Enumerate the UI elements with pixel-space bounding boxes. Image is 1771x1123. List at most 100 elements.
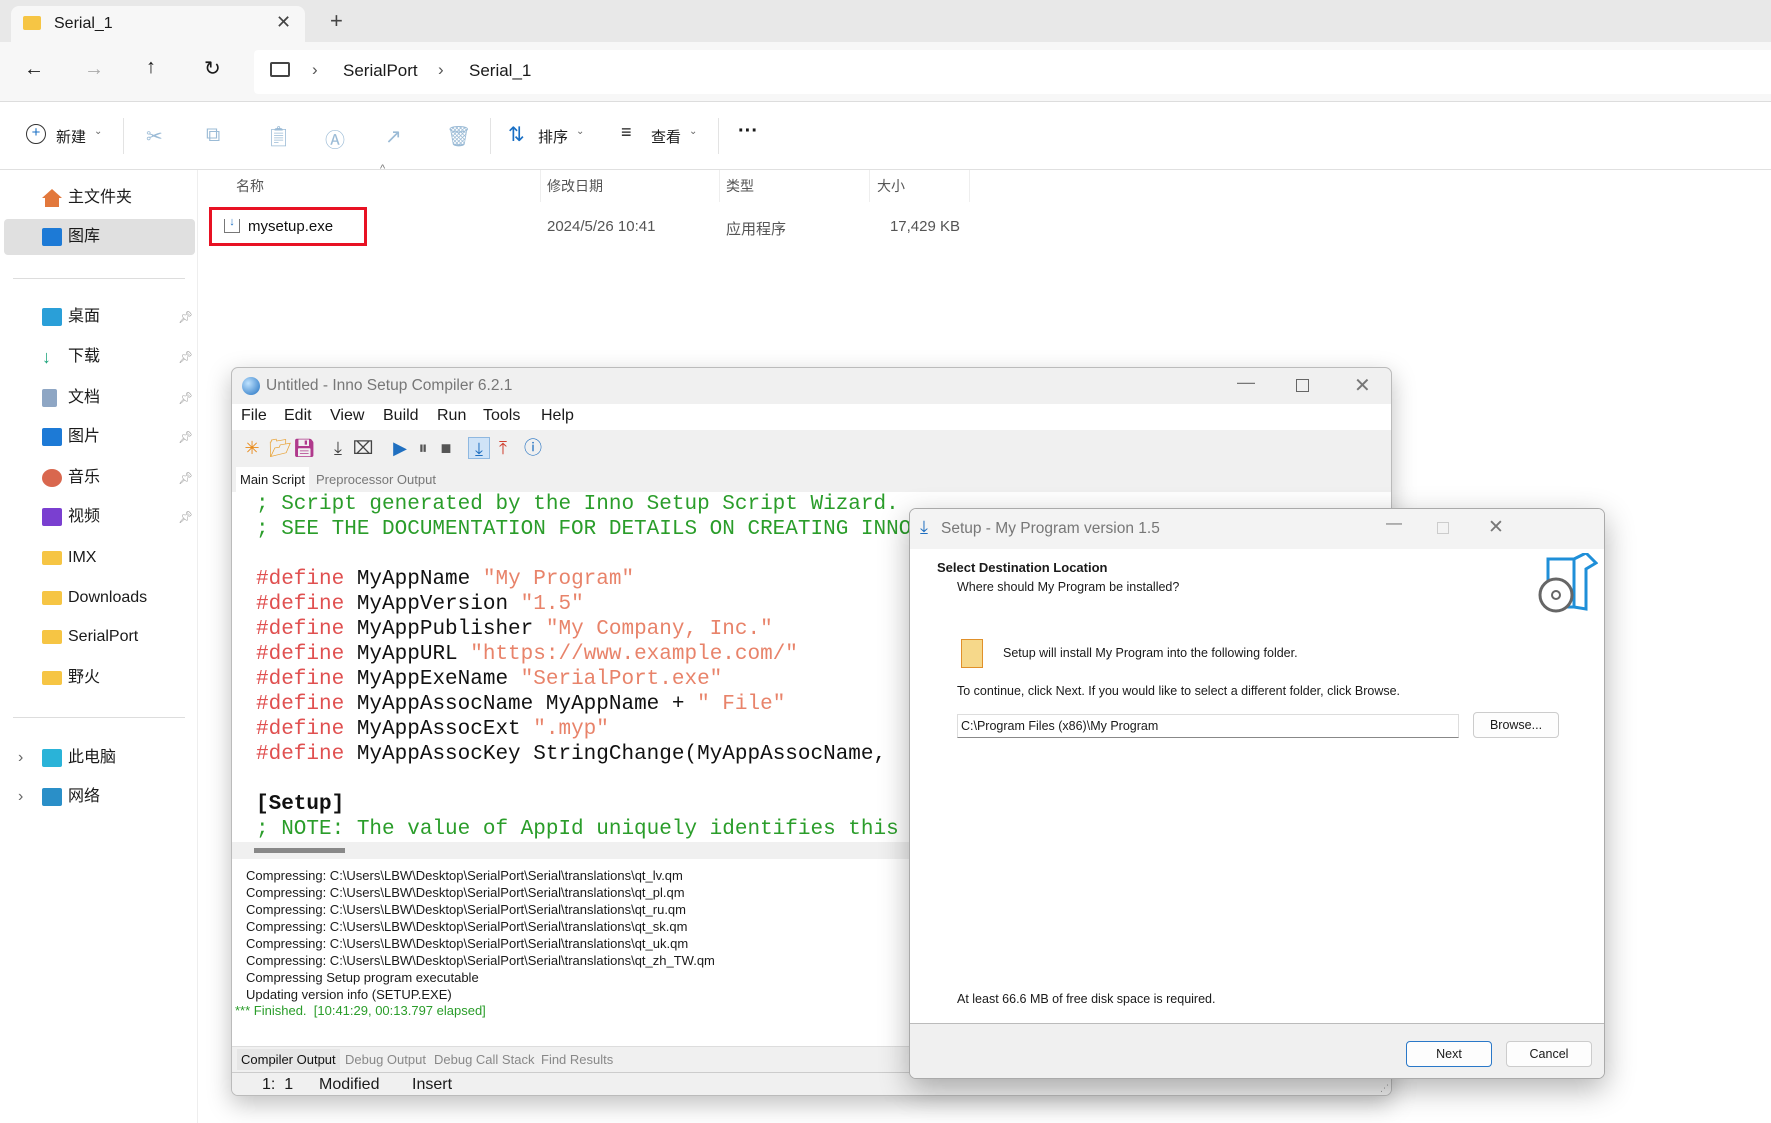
menu-tools[interactable]: Tools xyxy=(483,407,520,425)
tab-find-results[interactable]: Find Results xyxy=(541,1052,613,1067)
folder-icon xyxy=(42,591,62,605)
refresh-icon[interactable]: ↻ xyxy=(204,56,221,81)
menu-run[interactable]: Run xyxy=(437,407,466,425)
code-token: MyAppAssocName MyAppName + xyxy=(356,693,698,716)
up-icon[interactable]: ↑ xyxy=(146,56,156,79)
gallery-icon xyxy=(42,228,62,246)
file-type: 应用程序 xyxy=(726,221,787,238)
column-name[interactable]: 名称 xyxy=(236,176,264,196)
run-icon[interactable]: ▶ xyxy=(389,437,411,459)
tab-serial-1[interactable]: Serial_1 ✕ xyxy=(11,6,305,42)
code-line: #define MyAppAssocKey StringChange(MyApp… xyxy=(256,742,899,767)
file-size: 17,429 KB xyxy=(889,218,960,235)
pin-icon[interactable]: 📌︎ xyxy=(178,419,193,455)
menu-edit[interactable]: Edit xyxy=(284,407,312,425)
dialog-footer: Next Cancel xyxy=(910,1023,1604,1078)
sidebar-item-serialport[interactable]: SerialPort xyxy=(4,619,195,655)
column-size[interactable]: 大小 xyxy=(877,176,905,196)
menu-build[interactable]: Build xyxy=(383,407,419,425)
compile-icon[interactable]: ⤓ xyxy=(327,437,349,459)
back-icon[interactable]: ← xyxy=(24,58,44,81)
sidebar-label: 图片 xyxy=(68,428,101,445)
tab-preprocessor-output[interactable]: Preprocessor Output xyxy=(316,467,436,492)
cut-icon[interactable]: ✂ xyxy=(146,124,163,149)
browse-button[interactable]: Browse... xyxy=(1473,712,1559,738)
new-file-icon[interactable]: ✳ xyxy=(241,437,263,459)
column-type[interactable]: 类型 xyxy=(726,176,754,196)
breadcrumb-serialport[interactable]: SerialPort xyxy=(343,61,418,81)
menu-view[interactable]: View xyxy=(330,407,364,425)
share-icon[interactable]: ↗ xyxy=(385,124,402,149)
more-button[interactable]: ··· xyxy=(738,120,758,143)
sidebar-item-videos[interactable]: 视频 📌︎ xyxy=(4,499,195,535)
sidebar-item-documents[interactable]: 文档 📌︎ xyxy=(4,380,195,416)
delete-icon[interactable]: 🗑︎ xyxy=(446,124,471,149)
save-icon[interactable]: 💾︎ xyxy=(293,437,316,459)
rename-icon[interactable]: Ⓐ xyxy=(325,124,345,153)
page-heading: Select Destination Location xyxy=(937,560,1108,575)
breadcrumb-serial-1[interactable]: Serial_1 xyxy=(469,61,531,81)
cancel-button[interactable]: Cancel xyxy=(1506,1041,1592,1067)
resize-grip-icon[interactable]: ⋰ xyxy=(1380,1083,1389,1094)
stop-compile-icon[interactable]: ⌧ xyxy=(352,437,374,459)
sidebar-item-imx[interactable]: IMX xyxy=(4,540,195,576)
tab-main-script[interactable]: Main Script xyxy=(236,467,310,492)
close-icon[interactable]: ✕ xyxy=(1354,373,1371,398)
sidebar-item-downloads-pinned[interactable]: ↓ 下载 📌︎ xyxy=(4,339,195,375)
help-icon[interactable]: ⓘ xyxy=(522,437,544,459)
expand-chevron-icon[interactable]: › xyxy=(18,779,23,815)
menu-help[interactable]: Help xyxy=(541,407,574,425)
code-token: #define xyxy=(256,668,357,691)
minimize-icon[interactable]: — xyxy=(1237,372,1255,393)
maximize-icon[interactable] xyxy=(1296,379,1309,392)
output-line: Compressing: C:\Users\LBW\Desktop\Serial… xyxy=(246,885,685,900)
install-path-input[interactable]: C:\Program Files (x86)\My Program xyxy=(957,714,1459,738)
sidebar-item-home[interactable]: 主文件夹 xyxy=(4,180,195,216)
close-icon[interactable]: ✕ xyxy=(1488,516,1504,539)
new-button[interactable]: 新建 xyxy=(56,126,86,147)
pin-icon[interactable]: 📌︎ xyxy=(178,339,193,375)
file-name: mysetup.exe xyxy=(248,218,334,235)
breadcrumb[interactable]: › SerialPort › Serial_1 xyxy=(254,50,1771,94)
sidebar-item-yehuo[interactable]: 野火 xyxy=(4,660,195,696)
sidebar-item-desktop[interactable]: 桌面 📌︎ xyxy=(4,299,195,335)
code-line: ; Script generated by the Inno Setup Scr… xyxy=(256,492,899,517)
code-token: "https://www.example.com/" xyxy=(470,643,798,666)
menu-file[interactable]: File xyxy=(241,407,267,425)
view-button[interactable]: 查看 xyxy=(651,126,681,147)
target-setup-icon[interactable]: ⤓ xyxy=(468,437,490,459)
target-uninstall-icon[interactable]: ⤒ xyxy=(492,437,514,459)
sort-button[interactable]: 排序 xyxy=(538,126,568,147)
minimize-icon[interactable]: — xyxy=(1386,515,1402,533)
sidebar-label: 音乐 xyxy=(68,469,101,486)
sidebar-item-network[interactable]: › 网络 xyxy=(4,779,195,815)
copy-icon[interactable]: ⧉ xyxy=(206,124,220,147)
expand-chevron-icon[interactable]: › xyxy=(18,740,23,776)
open-icon[interactable]: 📂︎ xyxy=(269,437,292,459)
scrollbar-thumb[interactable] xyxy=(254,848,345,853)
next-button[interactable]: Next xyxy=(1406,1041,1492,1067)
sidebar-item-pictures[interactable]: 图片 📌︎ xyxy=(4,419,195,455)
new-icon[interactable]: + xyxy=(26,124,46,144)
pin-icon[interactable]: 📌︎ xyxy=(178,499,193,535)
sidebar-label: 网络 xyxy=(68,788,101,805)
tab-debug-call-stack[interactable]: Debug Call Stack xyxy=(434,1052,534,1067)
pin-icon[interactable]: 📌︎ xyxy=(178,299,193,335)
pin-icon[interactable]: 📌︎ xyxy=(178,460,193,496)
paste-icon[interactable]: 📋︎ xyxy=(266,124,291,149)
sidebar-item-gallery[interactable]: 图库 xyxy=(4,219,195,255)
tab-compiler-output[interactable]: Compiler Output xyxy=(237,1049,340,1070)
command-bar: + 新建 ⌄ ✂ ⧉ 📋︎ Ⓐ ↗ 🗑︎ ⇅ 排序 ⌄ ≡ 查看 ⌄ ··· xyxy=(0,102,1771,170)
close-tab-icon[interactable]: ✕ xyxy=(276,12,291,33)
pin-icon[interactable]: 📌︎ xyxy=(178,380,193,416)
sidebar-item-this-pc[interactable]: › 此电脑 xyxy=(4,740,195,776)
tab-debug-output[interactable]: Debug Output xyxy=(345,1052,426,1067)
terminate-icon[interactable]: ■ xyxy=(435,437,457,459)
forward-icon[interactable]: → xyxy=(84,58,104,81)
file-row-mysetup[interactable]: ↓ mysetup.exe xyxy=(209,207,367,246)
sidebar-item-music[interactable]: 音乐 📌︎ xyxy=(4,460,195,496)
new-tab-icon[interactable]: + xyxy=(330,8,343,34)
column-date[interactable]: 修改日期 xyxy=(547,176,603,196)
sidebar-item-downloads[interactable]: Downloads xyxy=(4,580,195,616)
pause-icon[interactable]: ⏸︎ xyxy=(412,437,434,459)
